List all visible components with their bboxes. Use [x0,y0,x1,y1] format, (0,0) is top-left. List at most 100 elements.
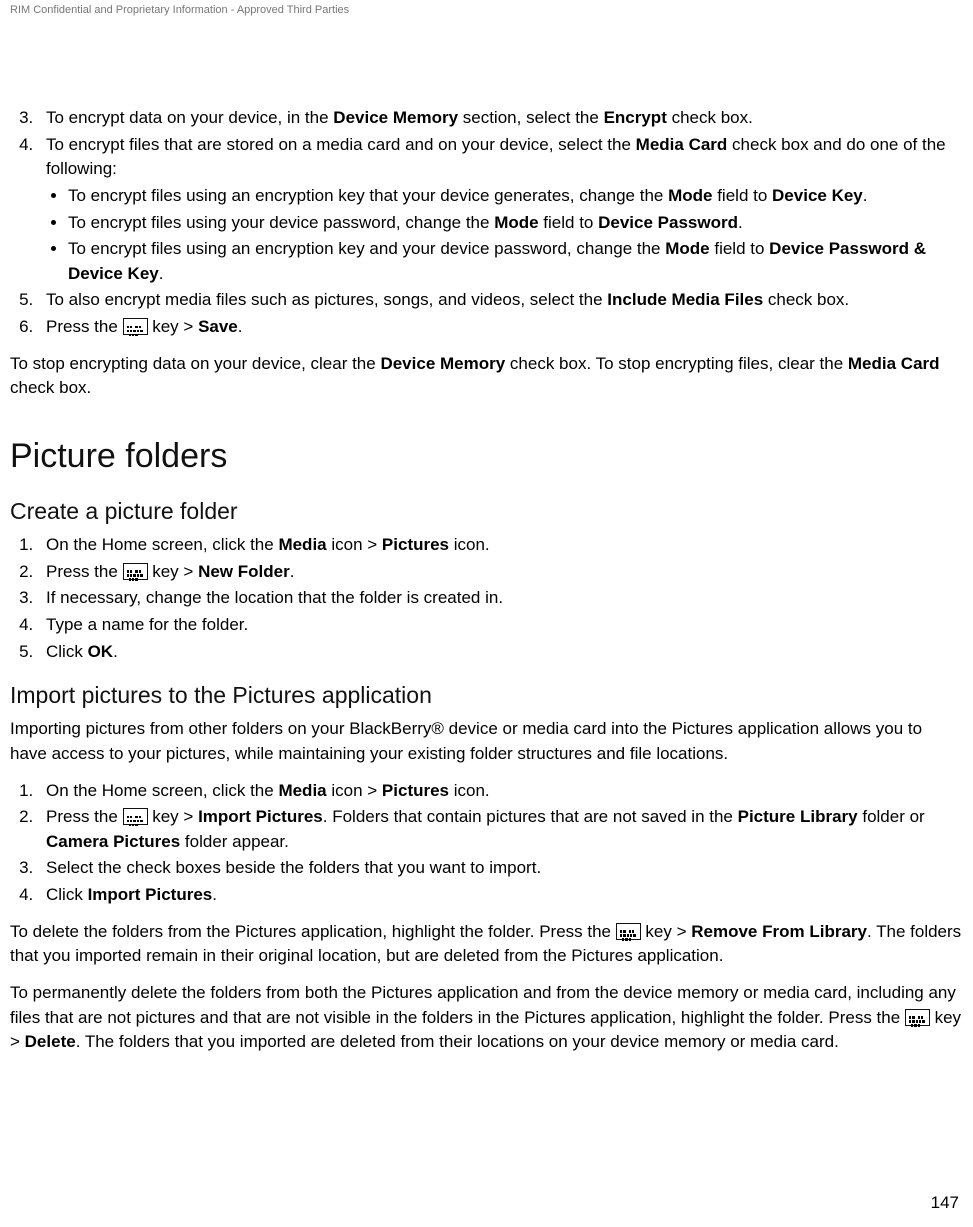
bold-term: Remove From Library [691,922,867,941]
text-seg: field to [539,213,599,232]
create-step-1: On the Home screen, click the Media icon… [38,533,963,558]
text-seg: To encrypt files that are stored on a me… [46,135,636,154]
bold-term: Include Media Files [607,290,763,309]
bold-term: Media Card [848,354,940,373]
import-intro: Importing pictures from other folders on… [10,717,963,766]
bold-term: Device Key [772,186,863,205]
import-steps: On the Home screen, click the Media icon… [10,779,963,908]
page-root: RIM Confidential and Proprietary Informa… [0,0,973,1227]
text-seg: key > [148,807,199,826]
step-5: To also encrypt media files such as pict… [38,288,963,313]
text-seg: To permanently delete the folders from b… [10,983,956,1027]
text-seg: To also encrypt media files such as pict… [46,290,607,309]
import-step-1: On the Home screen, click the Media icon… [38,779,963,804]
text-seg: . [238,317,243,336]
text-seg: Press the [46,562,123,581]
text-seg: Click [46,642,88,661]
text-seg: . The folders that you imported are dele… [76,1032,839,1051]
text-seg: . [738,213,743,232]
menu-key-icon [905,1009,930,1026]
text-seg: icon. [449,781,490,800]
text-seg: key > [148,317,199,336]
step-3: To encrypt data on your device, in the D… [38,106,963,131]
create-folder-steps: On the Home screen, click the Media icon… [10,533,963,664]
section-picture-folders: Picture folders [10,437,963,476]
text-seg: Click [46,885,88,904]
bold-term: OK [88,642,114,661]
create-step-4: Type a name for the folder. [38,613,963,638]
text-seg: check box. [763,290,849,309]
step-6: Press the key > Save. [38,315,963,340]
content-area: To encrypt data on your device, in the D… [10,106,963,1055]
text-seg: To encrypt files using your device passw… [68,213,494,232]
create-step-5: Click OK. [38,640,963,665]
create-step-2: Press the key > New Folder. [38,560,963,585]
text-seg: To delete the folders from the Pictures … [10,922,616,941]
step-4: To encrypt files that are stored on a me… [38,133,963,287]
option-device-key: To encrypt files using an encryption key… [68,184,963,209]
bold-term: Mode [494,213,538,232]
text-seg: icon > [327,535,382,554]
bold-term: Mode [668,186,712,205]
bold-term: Device Memory [380,354,505,373]
confidential-header: RIM Confidential and Proprietary Informa… [10,0,963,16]
menu-key-icon [123,808,148,825]
encryption-mode-options: To encrypt files using an encryption key… [46,184,963,287]
text-seg: To encrypt files using an encryption key… [68,186,668,205]
bold-term: Picture Library [738,807,858,826]
text-seg: . [863,186,868,205]
text-seg: icon > [327,781,382,800]
text-seg: . Folders that contain pictures that are… [323,807,738,826]
permanent-delete-note: To permanently delete the folders from b… [10,981,963,1055]
page-number: 147 [931,1193,959,1213]
encryption-steps-continued: To encrypt data on your device, in the D… [10,106,963,340]
menu-key-icon [123,563,148,580]
bold-term: New Folder [198,562,290,581]
bold-term: Camera Pictures [46,832,180,851]
bold-term: Encrypt [604,108,667,127]
option-device-password-and-key: To encrypt files using an encryption key… [68,237,963,286]
text-seg: Press the [46,317,123,336]
text-seg: Press the [46,807,123,826]
text-seg: . [290,562,295,581]
delete-from-library-note: To delete the folders from the Pictures … [10,920,963,969]
bold-term: Media Card [636,135,728,154]
text-seg: check box. [10,378,91,397]
text-seg: To encrypt data on your device, in the [46,108,333,127]
bold-term: Pictures [382,535,449,554]
text-seg: . [113,642,118,661]
menu-key-icon [616,923,641,940]
bold-term: Device Password [598,213,738,232]
text-seg: key > [148,562,199,581]
subsection-create-folder: Create a picture folder [10,498,963,525]
bold-term: Pictures [382,781,449,800]
text-seg: check box. [667,108,753,127]
text-seg: field to [710,239,770,258]
bold-term: Import Pictures [198,807,323,826]
text-seg: check box. To stop encrypting files, cle… [505,354,848,373]
import-step-2: Press the key > Import Pictures. Folders… [38,805,963,854]
text-seg: folder or [858,807,925,826]
text-seg: On the Home screen, click the [46,781,278,800]
import-step-3: Select the check boxes beside the folder… [38,856,963,881]
bold-term: Media [278,535,326,554]
bold-term: Import Pictures [88,885,213,904]
bold-term: Mode [665,239,709,258]
bold-term: Save [198,317,238,336]
stop-encrypting-note: To stop encrypting data on your device, … [10,352,963,401]
text-seg: key > [641,922,692,941]
create-step-3: If necessary, change the location that t… [38,586,963,611]
bold-term: Media [278,781,326,800]
option-device-password: To encrypt files using your device passw… [68,211,963,236]
text-seg: section, select the [458,108,604,127]
text-seg: icon. [449,535,490,554]
text-seg: field to [712,186,772,205]
text-seg: folder appear. [180,832,289,851]
text-seg: On the Home screen, click the [46,535,278,554]
bold-term: Delete [25,1032,76,1051]
text-seg: . [212,885,217,904]
subsection-import-pictures: Import pictures to the Pictures applicat… [10,682,963,709]
text-seg: . [159,264,164,283]
bold-term: Device Memory [333,108,458,127]
import-step-4: Click Import Pictures. [38,883,963,908]
